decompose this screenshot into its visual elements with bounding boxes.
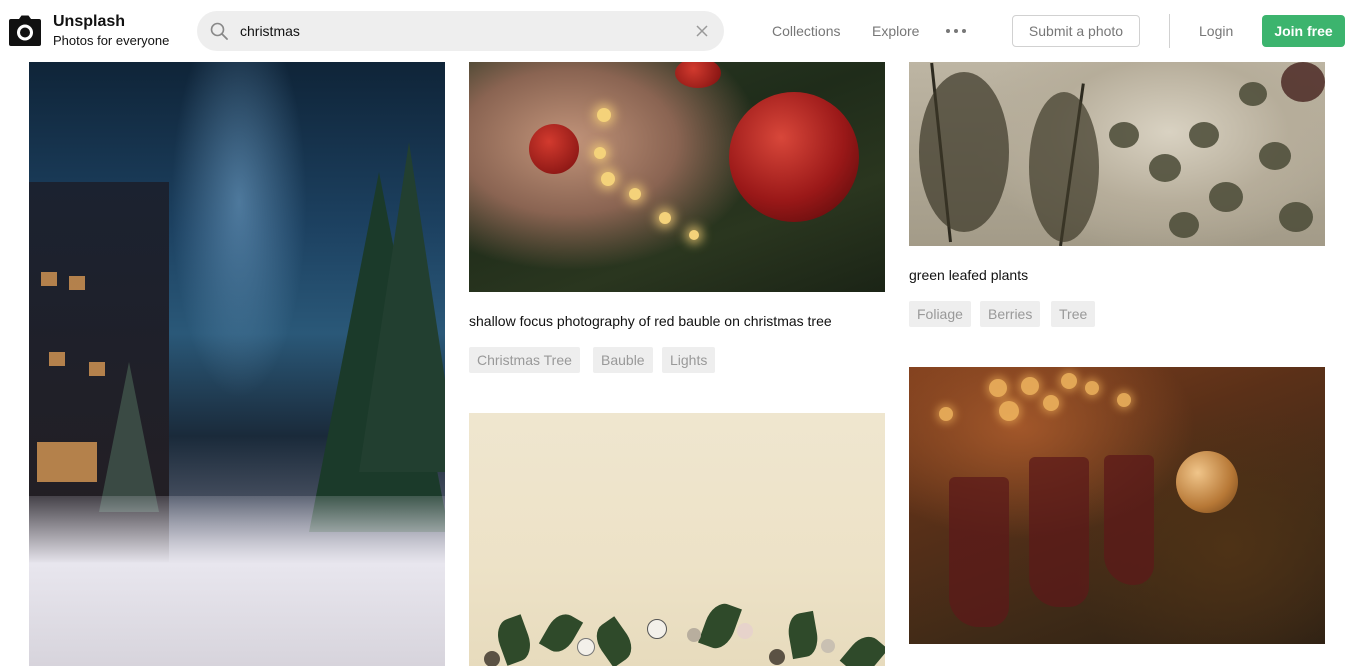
photo-bokeh-light: [989, 379, 1007, 397]
search-bar: [197, 11, 724, 51]
photo-window: [49, 352, 65, 366]
photo-snowy-street[interactable]: [29, 62, 445, 666]
photo-leaf: [1189, 122, 1219, 148]
tag-tree[interactable]: Tree: [1051, 301, 1096, 327]
photo-bokeh-light: [1021, 377, 1039, 395]
brand[interactable]: Unsplash Photos for everyone: [53, 13, 169, 49]
photo-light: [601, 172, 615, 186]
tag-lights[interactable]: Lights: [662, 347, 716, 373]
photo-stocking: [949, 477, 1009, 627]
photo-bauble: [529, 124, 579, 174]
photo-red-bauble[interactable]: [469, 62, 885, 292]
photo-ornament: [821, 639, 835, 653]
photo-ornament: [769, 649, 785, 665]
photo-bokeh-light: [1043, 395, 1059, 411]
photo-caption: green leafed plants: [909, 267, 1029, 283]
nav-explore-link[interactable]: Explore: [872, 22, 919, 40]
photo-bokeh-light: [999, 401, 1019, 421]
photo-leaf: [698, 599, 742, 653]
photo-leaf: [1209, 182, 1243, 212]
nav-collections-link[interactable]: Collections: [772, 22, 840, 40]
photo-leaf: [1169, 212, 1199, 238]
photo-ornament: [1176, 451, 1238, 513]
photo-leaf: [1259, 142, 1291, 170]
photo-foliage: [1029, 92, 1099, 242]
photo-leaf: [1239, 82, 1267, 106]
photo-bokeh-light: [1117, 393, 1131, 407]
close-icon[interactable]: [695, 24, 709, 38]
photo-leaf: [1109, 122, 1139, 148]
photo-snow: [29, 496, 445, 666]
photo-leaf: [538, 608, 584, 658]
photo-stockings-ornament[interactable]: [909, 367, 1325, 644]
photo-flat-lay[interactable]: [469, 413, 885, 666]
more-horizontal-icon[interactable]: [945, 27, 967, 35]
top-navigation-bar: Unsplash Photos for everyone Collections…: [0, 0, 1357, 62]
photo-light: [594, 147, 606, 159]
tag-bauble[interactable]: Bauble: [593, 347, 653, 373]
photo-light: [689, 230, 699, 240]
photo-leaf: [785, 610, 821, 660]
photo-ornament: [737, 623, 753, 639]
photo-light: [629, 188, 641, 200]
photo-window: [69, 276, 85, 290]
photo-leaf: [589, 616, 639, 666]
photo-stocking: [1029, 457, 1089, 607]
join-free-button[interactable]: Join free: [1262, 15, 1345, 47]
search-icon: [210, 22, 228, 40]
photo-light: [659, 212, 671, 224]
photo-light: [597, 108, 611, 122]
photo-leaf: [839, 630, 885, 666]
photo-leaf: [1149, 154, 1181, 182]
photo-ornament: [687, 628, 701, 642]
search-input[interactable]: [240, 11, 680, 51]
tag-foliage[interactable]: Foliage: [909, 301, 971, 327]
tag-berries[interactable]: Berries: [980, 301, 1041, 327]
photo-bauble: [729, 92, 859, 222]
photo-window: [41, 272, 57, 286]
photo-leaf: [1281, 62, 1325, 102]
photo-foliage: [919, 72, 1009, 232]
login-link[interactable]: Login: [1199, 22, 1233, 40]
photo-stocking: [1104, 455, 1154, 585]
brand-tagline: Photos for everyone: [53, 33, 170, 48]
submit-photo-button[interactable]: Submit a photo: [1012, 15, 1140, 47]
photo-bokeh-light: [939, 407, 953, 421]
photo-leaf: [1279, 202, 1313, 232]
camera-icon[interactable]: [9, 15, 41, 46]
photo-tree: [359, 142, 445, 472]
tag-christmas-tree[interactable]: Christmas Tree: [469, 347, 580, 373]
photo-bauble: [675, 62, 721, 88]
photo-ornament: [484, 651, 500, 666]
photo-bokeh-light: [1085, 381, 1099, 395]
photo-tree: [99, 362, 159, 512]
photo-ornament: [647, 619, 667, 639]
photo-bokeh-light: [1061, 373, 1077, 389]
photo-green-leafed-plants[interactable]: [909, 62, 1325, 246]
photo-window: [37, 442, 97, 482]
photo-ornament: [577, 638, 595, 656]
nav-divider: [1169, 14, 1170, 48]
photo-caption: shallow focus photography of red bauble …: [469, 313, 832, 329]
brand-name: Unsplash: [53, 13, 126, 30]
